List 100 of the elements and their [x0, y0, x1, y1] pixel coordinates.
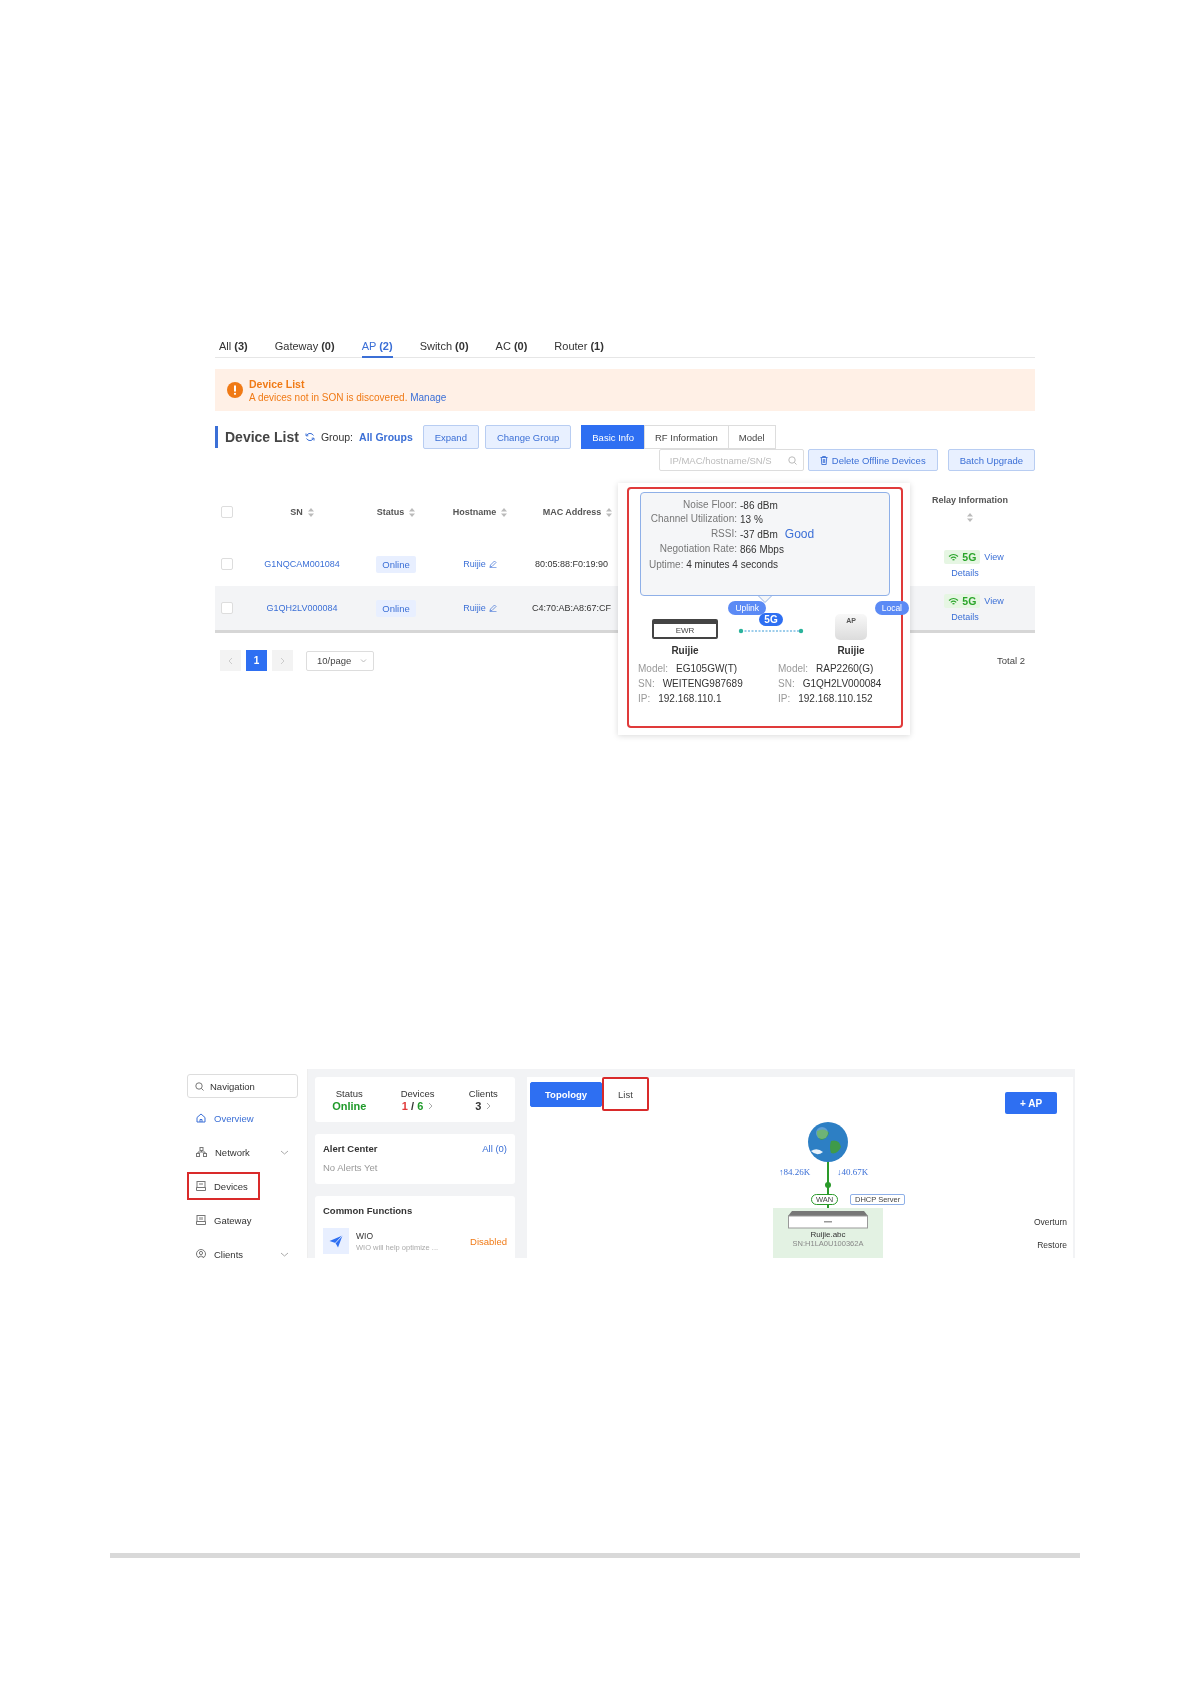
details-link[interactable]: Details [951, 612, 979, 622]
overturn-link[interactable]: Overturn [1033, 1217, 1067, 1227]
user-icon [196, 1249, 206, 1258]
summary-label: Status [335, 1087, 363, 1099]
serial-link[interactable]: G1QH2LV000084 [266, 603, 338, 613]
sort-icon[interactable] [409, 507, 416, 517]
gateway-icon [196, 1215, 206, 1225]
filter-tab[interactable]: Router (1) [554, 333, 604, 358]
add-ap-button[interactable]: + AP [1005, 1092, 1057, 1114]
column-header: MAC Address [542, 507, 602, 517]
details-link[interactable]: Details [951, 568, 979, 578]
view-link[interactable]: View [984, 596, 1004, 606]
stat-label: Noise Floor: [682, 499, 737, 511]
client-count[interactable]: 3 [475, 1099, 482, 1112]
function-name: WIO [356, 1230, 374, 1241]
node-name: Ruijie.abc [810, 1230, 846, 1239]
field-label: IP: [778, 693, 791, 704]
sort-icon[interactable] [606, 507, 613, 517]
device-name: Ruijie [837, 645, 865, 656]
edit-icon[interactable] [488, 604, 497, 612]
group-link[interactable]: All Groups [359, 431, 413, 443]
view-tab[interactable]: RF Information [644, 425, 729, 449]
column-header: SN [290, 507, 303, 517]
device-name: Ruijie [671, 645, 699, 656]
view-tab[interactable]: Basic Info [581, 425, 645, 449]
nav-item[interactable]: Gateway [187, 1206, 264, 1234]
device-count[interactable]: 1 / 6 [401, 1099, 424, 1112]
next-page-button[interactable] [272, 650, 293, 671]
view-tab[interactable]: Topology [530, 1082, 603, 1107]
nav-item[interactable]: Overview [187, 1104, 266, 1132]
paper-plane-icon [329, 1234, 343, 1248]
view-tab[interactable]: List [602, 1077, 649, 1111]
section-title: Device List [215, 426, 299, 448]
stat-label: RSSI: [709, 528, 737, 540]
filter-tab[interactable]: Switch (0) [419, 333, 469, 358]
view-tab[interactable]: Model [727, 425, 776, 449]
nav-item[interactable]: Network [187, 1138, 262, 1166]
field-value: 192.168.110.152 [798, 693, 873, 704]
chevron-down-icon[interactable] [280, 1251, 289, 1257]
manage-link[interactable]: Manage [410, 391, 447, 403]
group-label: Group: [320, 431, 354, 443]
field-label: SN: [638, 678, 655, 689]
chevron-left-icon [228, 656, 233, 665]
table-row[interactable]: 5G View Details [910, 586, 1035, 630]
role-badge: Local [874, 601, 909, 615]
nav-item[interactable]: Devices [187, 1172, 260, 1200]
trash-icon [819, 455, 828, 465]
download-rate: ↓40.67K [837, 1167, 869, 1177]
sort-icon[interactable] [967, 513, 973, 522]
field-value: WEITENG987689 [662, 678, 743, 689]
hostname-link[interactable]: Ruijie [463, 559, 486, 569]
filter-tab[interactable]: Gateway (0) [274, 333, 335, 358]
sort-icon[interactable] [501, 507, 508, 517]
column-header: Status [376, 507, 405, 517]
field-value: G1QH2LV000084 [802, 678, 882, 689]
stat-value: 13 % [740, 513, 763, 525]
hostname-link[interactable]: Ruijie [463, 603, 486, 613]
view-link[interactable]: View [984, 552, 1004, 562]
toolbar-button[interactable]: Batch Upgrade [947, 449, 1035, 471]
field-label: IP: [638, 693, 651, 704]
page-button[interactable]: 1 [246, 650, 267, 671]
filter-tab[interactable]: AP (2) [361, 333, 393, 358]
checkbox[interactable] [221, 558, 233, 570]
status-tag: Online [376, 555, 416, 573]
page-size-select[interactable]: 10/page [306, 650, 374, 671]
role-badge: Uplink [728, 601, 766, 615]
table-cell: 80:05:88:F0:19:90 [534, 559, 609, 569]
table-row[interactable]: 5G View Details [910, 542, 1035, 586]
toolbar-button[interactable]: Change Group [484, 425, 572, 449]
edit-icon[interactable] [488, 560, 497, 568]
table-row[interactable]: G1QH2LV000084 Online Ruijie C4:70:AB:A8:67:CF [215, 586, 618, 630]
search-field[interactable]: IP/MAC/hostname/SN/S [658, 449, 804, 471]
filter-tab[interactable]: AC (0) [495, 333, 528, 358]
device-icon [196, 1181, 206, 1191]
toolbar-button[interactable]: Expand [422, 425, 479, 449]
checkbox[interactable] [221, 506, 233, 518]
field-label: Model: [778, 663, 808, 674]
table-row[interactable]: G1NQCAM001084 Online Ruijie 80:05:88:F0:19:90 [215, 542, 618, 586]
checkbox[interactable] [221, 602, 233, 614]
uptime-text: Uptime: 4 minutes 4 seconds [649, 559, 779, 570]
chevron-down-icon[interactable] [280, 1149, 289, 1155]
wifi-icon [948, 552, 960, 562]
sort-icon[interactable] [307, 507, 314, 517]
previous-page-button[interactable] [220, 650, 241, 671]
refresh-icon[interactable] [304, 432, 315, 442]
all-alerts-link[interactable]: All (0) [482, 1143, 507, 1154]
search-icon [195, 1081, 204, 1091]
restore-link[interactable]: Restore [1037, 1240, 1067, 1250]
band-label: 5G [962, 595, 977, 607]
globe-icon [807, 1121, 849, 1163]
field-value: 192.168.110.1 [658, 693, 722, 704]
delete-button[interactable]: Delete Offline Devices [807, 449, 938, 471]
status-value: Online [332, 1099, 367, 1112]
warning-icon [227, 382, 243, 398]
serial-link[interactable]: G1NQCAM001084 [264, 559, 340, 569]
function-status[interactable]: Disabled [470, 1235, 507, 1247]
filter-tab[interactable]: All (3) [219, 333, 248, 358]
network-icon [196, 1147, 207, 1157]
navigation-search[interactable]: Navigation [187, 1074, 298, 1098]
nav-item[interactable]: Clients [187, 1240, 256, 1258]
